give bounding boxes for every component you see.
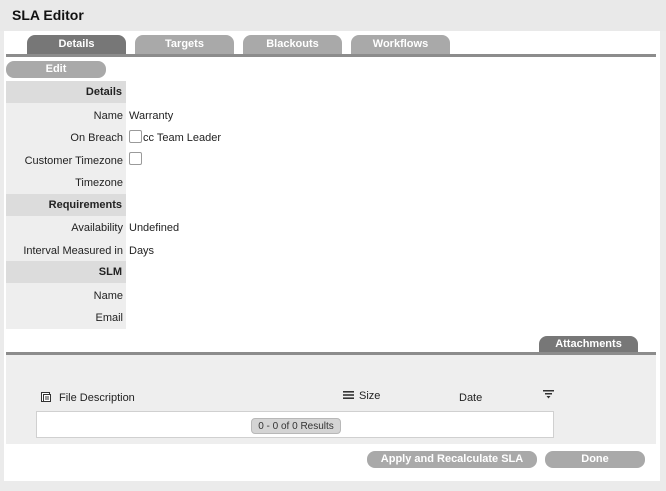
on-breach-option-label: cc Team Leader [143, 132, 222, 144]
customer-timezone-label: Customer Timezone [24, 155, 123, 167]
on-breach-checkbox[interactable] [129, 130, 142, 143]
title-bar: SLA Editor [0, 0, 666, 31]
availability-value: Undefined [129, 222, 180, 234]
results-pager: 0 - 0 of 0 Results [251, 418, 341, 434]
section-title-details: Details [85, 86, 122, 98]
customer-timezone-checkbox[interactable] [129, 152, 142, 165]
section-header-slm: SLM [6, 261, 126, 283]
column-header-date[interactable]: Date [459, 392, 482, 404]
tab-attachments[interactable]: Attachments [539, 336, 638, 353]
edit-button[interactable]: Edit [6, 61, 106, 78]
tab-blackouts[interactable]: Blackouts [243, 35, 342, 54]
section-header-requirements: Requirements [6, 194, 126, 216]
filter-icon[interactable] [543, 389, 554, 399]
menu-lines-icon[interactable] [343, 390, 354, 400]
on-breach-label: On Breach [70, 132, 123, 144]
done-button[interactable]: Done [545, 451, 645, 468]
document-icon [40, 391, 52, 403]
tab-targets[interactable]: Targets [135, 35, 234, 54]
slm-name-label: Name [93, 290, 123, 302]
availability-label: Availability [71, 222, 123, 234]
interval-value: Days [129, 245, 155, 257]
window-title: SLA Editor [12, 7, 84, 23]
apply-recalculate-button[interactable]: Apply and Recalculate SLA [367, 451, 537, 468]
column-header-file-description[interactable]: File Description [59, 392, 135, 404]
name-value: Warranty [129, 110, 174, 122]
tab-workflows[interactable]: Workflows [351, 35, 450, 54]
section-title-slm: SLM [98, 266, 122, 278]
section-header-details: Details [6, 81, 126, 103]
timezone-label: Timezone [75, 177, 123, 189]
slm-email-label: Email [95, 312, 123, 324]
name-label: Name [93, 110, 123, 122]
column-header-size[interactable]: Size [359, 390, 380, 402]
section-title-requirements: Requirements [48, 199, 122, 211]
tab-details[interactable]: Details [27, 35, 126, 54]
interval-label: Interval Measured in [23, 245, 123, 257]
tab-underline [6, 54, 656, 57]
